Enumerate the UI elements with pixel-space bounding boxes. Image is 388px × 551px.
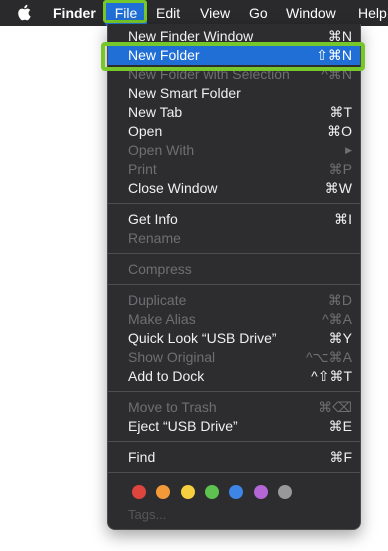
menu-item-label: Duplicate	[128, 292, 187, 308]
menu-item-get-info[interactable]: Get Info ⌘I	[108, 210, 360, 229]
apple-logo-glyph	[18, 4, 31, 21]
green-tag-dot[interactable]	[204, 485, 219, 499]
menu-item-shortcut: ⌘N	[327, 28, 352, 44]
menu-item-label: Get Info	[128, 211, 178, 227]
menu-item-shortcut: ⌘T	[329, 104, 352, 120]
menu-item-open-with[interactable]: Open With ▶	[108, 141, 360, 160]
menu-item-shortcut: ⌘⌫	[318, 399, 352, 415]
menu-item-label: New Smart Folder	[128, 85, 241, 101]
menu-window[interactable]: Window	[286, 0, 336, 26]
menu-item-move-to-trash[interactable]: Move to Trash ⌘⌫	[108, 398, 360, 417]
menu-item-shortcut: ⌘W	[324, 180, 352, 196]
menu-item-shortcut: ⇧⌘N	[316, 47, 352, 63]
yellow-tag-dot[interactable]	[180, 485, 195, 499]
menu-item-new-finder-window[interactable]: New Finder Window ⌘N	[108, 27, 360, 46]
menu-item-label: Quick Look “USB Drive”	[128, 330, 277, 346]
file-menu-dropdown: New Finder Window ⌘N New Folder ⇧⌘N New …	[107, 24, 361, 530]
purple-tag-dot[interactable]	[253, 485, 268, 499]
tags-label[interactable]: Tags...	[128, 507, 166, 522]
menu-item-label: Make Alias	[128, 311, 196, 327]
menu-item-label: New Finder Window	[128, 28, 254, 44]
menu-item-label: New Folder with Selection	[128, 66, 290, 82]
menu-file[interactable]: File	[105, 0, 147, 26]
menu-item-label: Compress	[128, 261, 192, 277]
menu-item-rename[interactable]: Rename	[108, 229, 360, 248]
menu-item-label: New Tab	[128, 104, 183, 120]
menu-bar: Finder File Edit View Go Window Help	[0, 0, 388, 26]
menu-separator	[108, 472, 360, 473]
menu-separator	[108, 253, 360, 254]
menu-item-eject[interactable]: Eject “USB Drive” ⌘E	[108, 417, 360, 436]
menu-item-shortcut: ^⌘N	[321, 66, 352, 82]
menu-item-shortcut: ⌘D	[327, 292, 352, 308]
menu-item-label: Eject “USB Drive”	[128, 418, 238, 434]
menu-item-print[interactable]: Print ⌘P	[108, 160, 360, 179]
menu-item-quick-look[interactable]: Quick Look “USB Drive” ⌘Y	[108, 329, 360, 348]
red-tag-dot[interactable]	[132, 485, 146, 499]
app-menu-finder[interactable]: Finder	[53, 0, 96, 26]
submenu-arrow-icon: ▶	[345, 145, 352, 155]
menu-item-label: New Folder	[128, 47, 200, 63]
menu-item-duplicate[interactable]: Duplicate ⌘D	[108, 291, 360, 310]
menu-item-label: Close Window	[128, 180, 218, 196]
menu-item-label: Open	[128, 123, 163, 139]
menu-item-new-folder-with-selection[interactable]: New Folder with Selection ^⌘N	[108, 65, 360, 84]
menu-item-label: Rename	[128, 230, 181, 246]
menu-item-shortcut: ⌘F	[329, 449, 352, 465]
menu-item-new-smart-folder[interactable]: New Smart Folder	[108, 84, 360, 103]
menu-item-close-window[interactable]: Close Window ⌘W	[108, 179, 360, 198]
orange-tag-dot[interactable]	[156, 485, 171, 499]
menu-item-shortcut: ^⇧⌘T	[311, 368, 352, 384]
menu-item-shortcut: ^⌥⌘A	[305, 349, 352, 365]
menu-item-shortcut: ^⌘A	[322, 311, 352, 327]
menu-item-label: Open With	[128, 142, 195, 158]
menu-item-label: Find	[128, 449, 156, 465]
apple-icon[interactable]	[15, 0, 33, 26]
menu-item-shortcut: ⌘Y	[328, 330, 352, 346]
menu-item-shortcut: ⌘E	[328, 418, 352, 434]
screen: Finder File Edit View Go Window Help New…	[0, 0, 388, 551]
menu-item-new-folder[interactable]: New Folder ⇧⌘N	[108, 46, 360, 65]
menu-item-label: Move to Trash	[128, 399, 217, 415]
menu-item-shortcut: ⌘O	[327, 123, 352, 139]
menu-item-open[interactable]: Open ⌘O	[108, 122, 360, 141]
menu-item-show-original[interactable]: Show Original ^⌥⌘A	[108, 348, 360, 367]
menu-item-make-alias[interactable]: Make Alias ^⌘A	[108, 310, 360, 329]
menu-help[interactable]: Help	[358, 0, 387, 26]
menu-item-new-tab[interactable]: New Tab ⌘T	[108, 103, 360, 122]
menu-separator	[108, 284, 360, 285]
blue-tag-dot[interactable]	[229, 485, 244, 499]
menu-item-label: Add to Dock	[128, 368, 205, 384]
menu-item-compress[interactable]: Compress	[108, 260, 360, 279]
menu-item-label: Show Original	[128, 349, 216, 365]
menu-item-find[interactable]: Find ⌘F	[108, 448, 360, 467]
menu-view[interactable]: View	[200, 0, 230, 26]
menu-edit[interactable]: Edit	[156, 0, 180, 26]
menu-separator	[108, 203, 360, 204]
menu-separator	[108, 441, 360, 442]
gray-tag-dot[interactable]	[277, 485, 292, 499]
menu-item-shortcut: ⌘P	[328, 161, 352, 177]
menu-separator	[108, 391, 360, 392]
menu-item-label: Print	[128, 161, 157, 177]
menu-go[interactable]: Go	[249, 0, 268, 26]
menu-item-add-to-dock[interactable]: Add to Dock ^⇧⌘T	[108, 367, 360, 386]
menu-item-shortcut: ⌘I	[334, 211, 352, 227]
